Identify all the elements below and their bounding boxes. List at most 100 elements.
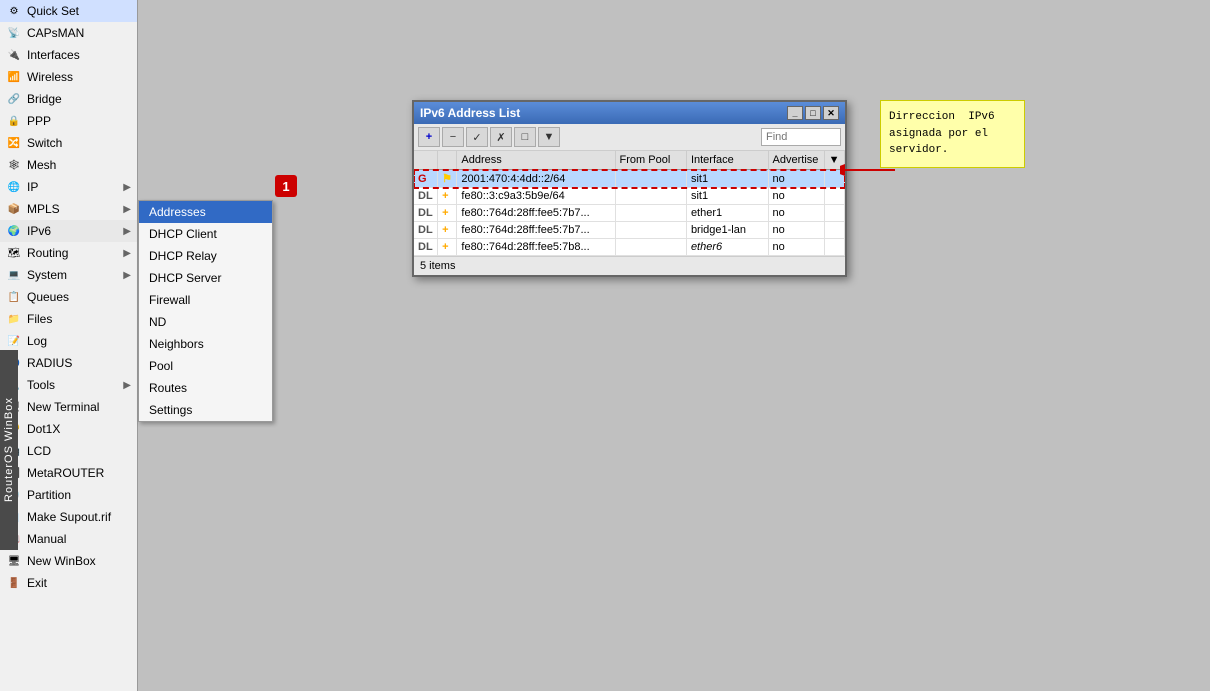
wireless-icon: 📶 (6, 69, 22, 85)
table-row[interactable]: DL + fe80::3:c9a3:5b9e/64 sit1 no (414, 188, 845, 205)
cell-extra (824, 239, 844, 256)
sidebar-label-metarouter: MetaROUTER (27, 466, 104, 480)
sidebar-item-new-winbox[interactable]: 🖥 New WinBox (0, 550, 137, 572)
sidebar-item-mpls[interactable]: 📦 MPLS ▶ (0, 198, 137, 220)
sidebar-item-partition[interactable]: 💿 Partition (0, 484, 137, 506)
sidebar-item-manual[interactable]: 📖 Manual (0, 528, 137, 550)
col-address[interactable]: Address (457, 151, 615, 170)
window-controls: _ □ ✕ (787, 106, 839, 120)
cell-flag: + (438, 239, 457, 256)
submenu-item-dhcp-client[interactable]: DHCP Client (139, 223, 272, 245)
sidebar-label-new-winbox: New WinBox (27, 554, 96, 568)
ip-icon: 🌐 (6, 179, 22, 195)
submenu-item-nd[interactable]: ND (139, 311, 272, 333)
queues-icon: 📋 (6, 289, 22, 305)
window-title-bar: IPv6 Address List _ □ ✕ (414, 102, 845, 124)
cell-from-pool (615, 170, 686, 188)
sidebar-label-partition: Partition (27, 488, 71, 502)
sidebar-item-system[interactable]: 💻 System ▶ (0, 264, 137, 286)
copy-button[interactable]: □ (514, 127, 536, 147)
cell-address: fe80::3:c9a3:5b9e/64 (457, 188, 615, 205)
close-button[interactable]: ✕ (823, 106, 839, 120)
sidebar-item-radius[interactable]: 🔵 RADIUS (0, 352, 137, 374)
submenu-item-settings[interactable]: Settings (139, 399, 272, 421)
sidebar-label-files: Files (27, 312, 52, 326)
sidebar-item-interfaces[interactable]: 🔌 Interfaces (0, 44, 137, 66)
sidebar-item-switch[interactable]: 🔀 Switch (0, 132, 137, 154)
interfaces-icon: 🔌 (6, 47, 22, 63)
sidebar-item-metarouter[interactable]: 🔲 MetaROUTER (0, 462, 137, 484)
sidebar-item-queues[interactable]: 📋 Queues (0, 286, 137, 308)
table-row[interactable]: DL + fe80::764d:28ff:fee5:7b7... ether1 … (414, 205, 845, 222)
table-row[interactable]: G ⚑ 2001:470:4:4dd::2/64 sit1 no (414, 170, 845, 188)
sidebar-item-capsman[interactable]: 📡 CAPsMAN (0, 22, 137, 44)
address-table: Address From Pool Interface Advertise ▼ … (414, 151, 845, 256)
filter-button[interactable]: ▼ (538, 127, 560, 147)
table-row[interactable]: DL + fe80::764d:28ff:fee5:7b8... ether6 … (414, 239, 845, 256)
sidebar-label-dot1x: Dot1X (27, 422, 60, 436)
sidebar-item-new-terminal[interactable]: 🖥 New Terminal (0, 396, 137, 418)
sidebar-item-routing[interactable]: 🗺 Routing ▶ (0, 242, 137, 264)
sidebar-item-ipv6[interactable]: 🌍 IPv6 ▶ (0, 220, 137, 242)
sidebar-item-lcd[interactable]: 📺 LCD (0, 440, 137, 462)
sidebar-label-manual: Manual (27, 532, 66, 546)
submenu-item-dhcp-server[interactable]: DHCP Server (139, 267, 272, 289)
submenu-item-neighbors[interactable]: Neighbors (139, 333, 272, 355)
table-body: G ⚑ 2001:470:4:4dd::2/64 sit1 no DL + fe… (414, 170, 845, 256)
col-interface[interactable]: Interface (686, 151, 768, 170)
sidebar-label-ip: IP (27, 180, 38, 194)
cell-interface: ether6 (686, 239, 768, 256)
submenu-item-addresses[interactable]: Addresses (139, 201, 272, 223)
submenu-item-pool[interactable]: Pool (139, 355, 272, 377)
col-type[interactable] (414, 151, 438, 170)
sidebar-item-quickset[interactable]: ⚙ Quick Set (0, 0, 137, 22)
col-from-pool[interactable]: From Pool (615, 151, 686, 170)
col-advertise[interactable]: Advertise (768, 151, 824, 170)
sidebar-item-log[interactable]: 📝 Log (0, 330, 137, 352)
disable-button[interactable]: ✗ (490, 127, 512, 147)
maximize-button[interactable]: □ (805, 106, 821, 120)
sidebar-item-tools[interactable]: 🔧 Tools ▶ (0, 374, 137, 396)
sidebar-item-files[interactable]: 📁 Files (0, 308, 137, 330)
sidebar-item-dot1x[interactable]: 🔑 Dot1X (0, 418, 137, 440)
add-button[interactable]: + (418, 127, 440, 147)
sidebar-label-mesh: Mesh (27, 158, 56, 172)
capsman-icon: 📡 (6, 25, 22, 41)
enable-button[interactable]: ✓ (466, 127, 488, 147)
table-row[interactable]: DL + fe80::764d:28ff:fee5:7b7... bridge1… (414, 222, 845, 239)
ipv6-address-list-window: IPv6 Address List _ □ ✕ + − ✓ ✗ □ ▼ Addr… (412, 100, 847, 277)
find-input[interactable] (761, 128, 841, 146)
submenu-item-routes[interactable]: Routes (139, 377, 272, 399)
cell-extra (824, 188, 844, 205)
sidebar-item-ppp[interactable]: 🔒 PPP (0, 110, 137, 132)
mpls-icon: 📦 (6, 201, 22, 217)
cell-type: DL (414, 239, 438, 256)
sidebar-item-mesh[interactable]: 🕸 Mesh (0, 154, 137, 176)
bridge-icon: 🔗 (6, 91, 22, 107)
cell-interface: sit1 (686, 188, 768, 205)
sidebar-label-ppp: PPP (27, 114, 51, 128)
col-flag[interactable] (438, 151, 457, 170)
remove-button[interactable]: − (442, 127, 464, 147)
minimize-button[interactable]: _ (787, 106, 803, 120)
system-icon: 💻 (6, 267, 22, 283)
sidebar-item-make-supout[interactable]: 📄 Make Supout.rif (0, 506, 137, 528)
winbox-label: RouterOS WinBox (0, 350, 18, 550)
window-title: IPv6 Address List (420, 106, 520, 120)
sidebar-label-exit: Exit (27, 576, 47, 590)
submenu-item-firewall[interactable]: Firewall (139, 289, 272, 311)
cell-from-pool (615, 222, 686, 239)
sidebar-label-lcd: LCD (27, 444, 51, 458)
sidebar-item-bridge[interactable]: 🔗 Bridge (0, 88, 137, 110)
sidebar: ⚙ Quick Set 📡 CAPsMAN 🔌 Interfaces 📶 Wir… (0, 0, 138, 691)
submenu-item-dhcp-relay[interactable]: DHCP Relay (139, 245, 272, 267)
sidebar-label-tools: Tools (27, 378, 55, 392)
new-winbox-icon: 🖥 (6, 553, 22, 569)
ppp-icon: 🔒 (6, 113, 22, 129)
annotation-text: Dirreccion IPv6asignada por elservidor. (889, 111, 995, 156)
sidebar-item-wireless[interactable]: 📶 Wireless (0, 66, 137, 88)
cell-interface: ether1 (686, 205, 768, 222)
cell-type: DL (414, 205, 438, 222)
sidebar-item-exit[interactable]: 🚪 Exit (0, 572, 137, 594)
sidebar-item-ip[interactable]: 🌐 IP ▶ (0, 176, 137, 198)
